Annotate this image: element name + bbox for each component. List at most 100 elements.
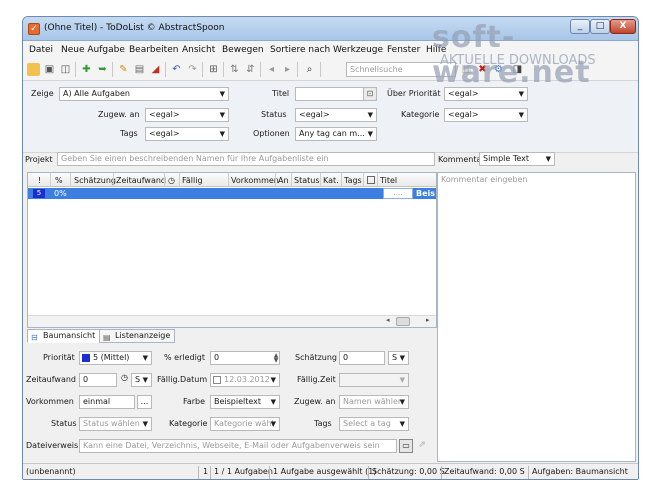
table-row[interactable]: 5 0% .... Beis [28, 188, 436, 199]
move-icon[interactable]: ⇵ [244, 63, 257, 76]
tab-list-view[interactable]: ▤ Listenanzeige [99, 329, 176, 343]
project-label: Projekt [25, 155, 53, 164]
time-spent-input[interactable]: 0 [79, 373, 117, 387]
recurrence-button[interactable]: ... [137, 395, 152, 409]
row-priority: 5 [33, 189, 45, 198]
timer-clock-icon[interactable]: ◷ [119, 373, 130, 385]
category-filter-dropdown[interactable]: <egal> ▼ [444, 108, 528, 122]
tab-tree-view[interactable]: ⊟ Baumansicht [27, 329, 101, 343]
col-title[interactable]: Titel [380, 176, 397, 185]
search-options-icon[interactable]: ⊡ [363, 87, 377, 101]
redo-icon[interactable]: ↷ [186, 63, 199, 76]
window-icon[interactable]: ◨ [511, 63, 524, 76]
assigned-filter-dropdown[interactable]: <egal> ▼ [145, 108, 229, 122]
add-task-icon[interactable]: ✚ [80, 63, 93, 76]
category-filter-label: Kategorie [401, 110, 440, 119]
title-edit-ellipsis[interactable]: .... [383, 188, 413, 199]
col-recurrence[interactable]: Vorkommen [231, 176, 279, 185]
menu-window[interactable]: Fenster [387, 45, 420, 55]
col-priority[interactable]: ! [38, 176, 41, 185]
menu-help[interactable]: Hilfe [426, 45, 446, 55]
col-due[interactable]: Fällig [182, 176, 203, 185]
maximize-button[interactable]: □ [590, 19, 610, 34]
scroll-right-icon[interactable]: ▸ [426, 316, 430, 324]
assigned-filter-label: Zugew. an [98, 110, 140, 119]
close-button[interactable]: X [610, 19, 636, 34]
scroll-thumb[interactable] [396, 317, 410, 326]
priority-dropdown[interactable]: 5 (Mittel) ▼ [79, 351, 152, 365]
delete-broom-icon[interactable]: ◢ [149, 63, 162, 76]
tags-dropdown[interactable]: Select a tag ▼ [339, 417, 409, 431]
category-dropdown[interactable]: Kategorie wähl ▼ [210, 417, 280, 431]
move-left-icon[interactable]: ◂ [265, 63, 278, 76]
undo-icon[interactable]: ↶ [170, 63, 183, 76]
task-list[interactable]: ! % Schätzung Zeitaufwand ◷ Fällig Vorko… [27, 172, 437, 328]
status-filename: (unbenannt) [26, 467, 76, 476]
done-spinner-icon[interactable]: ▲ ▼ [271, 353, 281, 364]
col-estimate[interactable]: Schätzung [74, 176, 116, 185]
scroll-left-icon[interactable]: ◂ [386, 316, 390, 324]
menu-move[interactable]: Bewegen [222, 45, 264, 55]
open-folder-icon[interactable] [27, 63, 40, 76]
project-name-input[interactable]: Geben Sie einen beschreibenden Namen für… [57, 152, 435, 166]
priority-filter-dropdown[interactable]: <egal> ▼ [444, 87, 528, 101]
save-icon[interactable]: ▣ [43, 63, 56, 76]
done-percent-input[interactable]: 0 [210, 351, 280, 365]
tags-label: Tags [314, 419, 332, 428]
col-status[interactable]: Status [294, 176, 320, 185]
open-link-icon[interactable]: ⇗ [415, 439, 429, 453]
assigned-dropdown[interactable]: Namen wählen ▼ [339, 395, 409, 409]
menu-view[interactable]: Ansicht [182, 45, 215, 55]
menu-new-task[interactable]: Neue Aufgabe [61, 45, 125, 55]
status-filter-dropdown[interactable]: <egal> ▼ [295, 108, 377, 122]
menu-tools[interactable]: Werkzeuge [333, 45, 383, 55]
col-percent[interactable]: % [55, 176, 63, 185]
save-all-icon[interactable]: ◫ [59, 63, 72, 76]
comments-editor[interactable]: Kommentar eingeben [437, 172, 636, 462]
recurrence-input[interactable]: einmal [79, 395, 135, 409]
color-picker[interactable]: Beispieltext ▼ [210, 395, 280, 409]
sort-icon[interactable]: ⇅ [228, 63, 241, 76]
time-spent-unit-dropdown[interactable]: S ▼ [131, 373, 152, 387]
due-date-label: Fällig.Datum [157, 375, 208, 384]
show-dropdown[interactable]: A) Alle Aufgaben ▼ [59, 87, 229, 101]
app-window: ✓ (Ohne Titel) - ToDoList © AbstractSpoo… [22, 16, 639, 480]
comment-format-dropdown[interactable]: Simple Text ▼ [479, 152, 555, 166]
due-date-picker[interactable]: 12.03.2012 ▼ [210, 373, 280, 387]
browse-file-icon[interactable]: ▭ [399, 439, 413, 453]
settings-gear-icon[interactable]: ⚙ [492, 63, 505, 76]
horizontal-scrollbar[interactable]: ◂ ▸ [28, 315, 436, 327]
estimate-input[interactable]: 0 [339, 351, 385, 365]
edit-text-icon[interactable]: ▤ [133, 63, 146, 76]
color-label: Farbe [183, 397, 206, 406]
col-time-spent[interactable]: Zeitaufwand [116, 176, 166, 185]
due-time-dropdown[interactable]: ▼ [339, 373, 409, 387]
title-filter-label: Titel [272, 89, 290, 98]
file-reference-label: Dateiverweis [26, 441, 79, 450]
add-subtask-icon[interactable]: ➥ [96, 63, 109, 76]
menu-edit[interactable]: Bearbeiten [129, 45, 178, 55]
menu-sort[interactable]: Sortiere nach [270, 45, 330, 55]
options-filter-dropdown[interactable]: Any tag can m... ▼ [295, 127, 377, 141]
menu-file[interactable]: Datei [29, 45, 53, 55]
tags-filter-dropdown[interactable]: <egal> ▼ [145, 127, 229, 141]
col-tags[interactable]: Tags [344, 176, 362, 185]
find-binoculars-icon[interactable]: ⌕ [303, 63, 316, 76]
estimate-label: Schätzung [295, 353, 338, 362]
delete-x-icon[interactable]: ✖ [476, 63, 489, 76]
col-checkbox-icon[interactable] [367, 176, 375, 184]
row-percent: 0% [54, 189, 67, 198]
edit-pencil-icon[interactable]: ✎ [117, 63, 130, 76]
quicksearch-input[interactable]: Schnellsuche [346, 62, 456, 77]
status-dropdown[interactable]: Status wählen ▼ [79, 417, 152, 431]
estimate-unit-dropdown[interactable]: S ▼ [388, 351, 409, 365]
move-right-icon[interactable]: ▸ [281, 63, 294, 76]
col-clock-icon[interactable]: ◷ [168, 176, 175, 185]
file-reference-input[interactable]: Kann eine Datei, Verzeichnis, Webseite, … [79, 439, 397, 453]
minimize-button[interactable]: _ [570, 19, 590, 34]
col-assigned[interactable]: An [278, 176, 289, 185]
preferences-icon[interactable]: ⊞ [207, 63, 220, 76]
chart-icon[interactable]: ▥ [460, 63, 473, 76]
options-filter-label: Optionen [253, 129, 290, 138]
col-category[interactable]: Kat. [323, 176, 339, 185]
